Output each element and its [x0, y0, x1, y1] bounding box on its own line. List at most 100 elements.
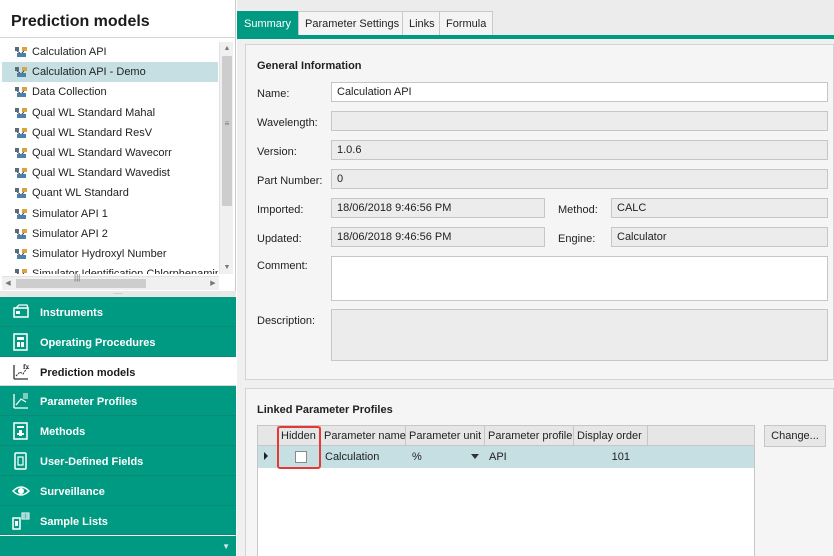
nav-item-sample-lists[interactable]: Sample Lists	[0, 505, 236, 536]
list-item[interactable]: Quant WL Standard	[2, 183, 218, 203]
model-label: Qual WL Standard Mahal	[32, 106, 156, 119]
nav-item-label: Instruments	[40, 307, 103, 319]
wavelength-field	[331, 111, 828, 131]
nav-item-prediction-models[interactable]: fx Prediction models	[0, 356, 236, 387]
list-item[interactable]: Calculation API	[2, 42, 218, 62]
method-label: Method:	[558, 204, 598, 216]
part-number-field: 0	[331, 169, 828, 189]
prediction-model-icon	[14, 187, 28, 199]
name-label: Name:	[257, 88, 290, 100]
column-header-parameter-name[interactable]: Parameter name	[321, 426, 406, 446]
prediction-models-icon: fx	[12, 363, 30, 381]
name-field[interactable]: Calculation API	[331, 82, 828, 102]
list-item[interactable]: Qual WL Standard Mahal	[2, 103, 218, 123]
section-title: Linked Parameter Profiles	[257, 404, 393, 416]
chevron-down-icon[interactable]: ▼	[222, 542, 230, 551]
tab-links[interactable]: Links	[402, 11, 442, 35]
panel-title: Prediction models	[0, 0, 236, 38]
linked-parameter-profiles-section: Linked Parameter Profiles Hidden Paramet…	[245, 388, 834, 556]
sample-lists-icon	[12, 512, 30, 530]
model-label: Simulator Hydroxyl Number	[32, 247, 167, 260]
list-item[interactable]: Simulator Identification Chlorphenamine	[2, 264, 218, 274]
description-label: Description:	[257, 315, 316, 327]
list-item[interactable]: Simulator API 2	[2, 224, 218, 244]
horizontal-scrollbar[interactable]: ◀ ||| ▶	[2, 273, 219, 291]
current-row-indicator-icon	[264, 452, 268, 460]
model-label: Data Collection	[32, 86, 107, 99]
list-item[interactable]: Simulator API 1	[2, 204, 218, 224]
nav-item-operating-procedures[interactable]: Operating Procedures	[0, 326, 236, 357]
model-label: Qual WL Standard Wavecorr	[32, 146, 172, 159]
svg-text:fx: fx	[23, 364, 30, 371]
module-navigation: Instruments Operating Procedures fx Predict…	[0, 297, 236, 536]
table-row[interactable]: Calculation % API 101	[258, 446, 754, 468]
list-item[interactable]: Calculation API - Demo	[2, 62, 218, 83]
parameter-profiles-grid: Hidden Parameter name Parameter unit Par…	[257, 425, 755, 556]
list-item[interactable]: Simulator Hydroxyl Number	[2, 244, 218, 264]
model-label: Simulator Identification Chlorphenamine	[32, 268, 218, 274]
scroll-down-arrow[interactable]: ▼	[220, 261, 234, 274]
list-item[interactable]: Data Collection	[2, 82, 218, 102]
nav-item-label: Surveillance	[40, 485, 105, 498]
model-label: Calculation API	[32, 46, 107, 58]
model-label: Calculation API - Demo	[32, 66, 146, 79]
nav-item-surveillance[interactable]: Surveillance	[0, 475, 236, 506]
model-label: Quant WL Standard	[32, 187, 129, 200]
tab-parameter-settings[interactable]: Parameter Settings	[298, 11, 407, 35]
scrollbar-thumb[interactable]	[222, 56, 232, 206]
updated-field: 18/06/2018 9:46:56 PM	[331, 227, 545, 247]
vertical-scrollbar[interactable]: ▲ ≡ ▼	[219, 42, 233, 274]
nav-item-instruments[interactable]: Instruments	[0, 297, 236, 327]
model-label: Simulator API 1	[32, 207, 108, 220]
prediction-model-icon	[14, 86, 28, 98]
version-label: Version:	[257, 146, 297, 158]
parameter-unit-cell[interactable]: %	[408, 446, 468, 468]
section-title: General Information	[257, 60, 362, 72]
list-item[interactable]: Qual WL Standard Wavecorr	[2, 143, 218, 163]
navigation-panel: Prediction models Calculation API Calcula…	[0, 0, 236, 556]
scrollbar-grip-icon: ≡	[224, 119, 230, 128]
comment-label: Comment:	[257, 260, 308, 272]
nav-item-user-defined-fields[interactable]: User-Defined Fields	[0, 445, 236, 476]
scrollbar-thumb[interactable]	[16, 279, 146, 288]
list-item[interactable]: Qual WL Standard ResV	[2, 123, 218, 143]
prediction-model-icon	[14, 46, 28, 58]
change-button[interactable]: Change...	[764, 425, 826, 447]
user-defined-fields-icon	[12, 452, 30, 470]
grid-header: Hidden Parameter name Parameter unit Par…	[258, 426, 754, 446]
nav-item-label: Prediction models	[40, 366, 136, 379]
column-header-parameter-unit[interactable]: Parameter unit	[406, 426, 485, 446]
tab-bar: Summary Parameter Settings Links Formula	[237, 0, 834, 39]
method-field: CALC	[611, 198, 828, 218]
nav-item-label: User-Defined Fields	[40, 455, 144, 468]
parameter-name-cell: Calculation	[325, 451, 380, 463]
scroll-right-arrow[interactable]: ▶	[207, 277, 219, 291]
column-header-display-order[interactable]: Display order	[574, 426, 648, 446]
instruments-icon	[12, 303, 30, 321]
list-item[interactable]: Qual WL Standard Wavedist	[2, 163, 218, 183]
hidden-column-highlight	[277, 426, 321, 469]
prediction-model-list: Calculation API Calculation API - Demo Dat…	[2, 42, 218, 274]
nav-overflow-bar[interactable]: ▼	[0, 536, 236, 556]
nav-item-methods[interactable]: Methods	[0, 416, 236, 446]
scroll-up-arrow[interactable]: ▲	[220, 42, 234, 55]
general-information-section: General Information Name: Calculation AP…	[245, 44, 834, 380]
scroll-left-arrow[interactable]: ◀	[2, 277, 14, 291]
nav-item-parameter-profiles[interactable]: Parameter Profiles	[0, 386, 236, 417]
nav-item-label: Sample Lists	[40, 515, 108, 528]
operating-procedures-icon	[12, 333, 30, 351]
display-order-cell: 101	[611, 451, 630, 463]
tab-formula[interactable]: Formula	[439, 11, 494, 35]
part-number-label: Part Number:	[257, 175, 323, 187]
scrollbar-grip-icon: |||	[74, 273, 81, 282]
prediction-model-icon	[14, 248, 28, 260]
engine-field: Calculator	[611, 227, 828, 247]
tab-summary[interactable]: Summary	[237, 11, 299, 35]
parameter-profiles-icon	[12, 392, 30, 410]
column-header-parameter-profile[interactable]: Parameter profile	[485, 426, 574, 446]
comment-field[interactable]	[331, 256, 828, 301]
prediction-model-icon	[14, 208, 28, 220]
tab-underline	[237, 35, 834, 39]
nav-item-label: Operating Procedures	[40, 336, 156, 349]
unit-dropdown-arrow-icon[interactable]	[471, 454, 479, 459]
